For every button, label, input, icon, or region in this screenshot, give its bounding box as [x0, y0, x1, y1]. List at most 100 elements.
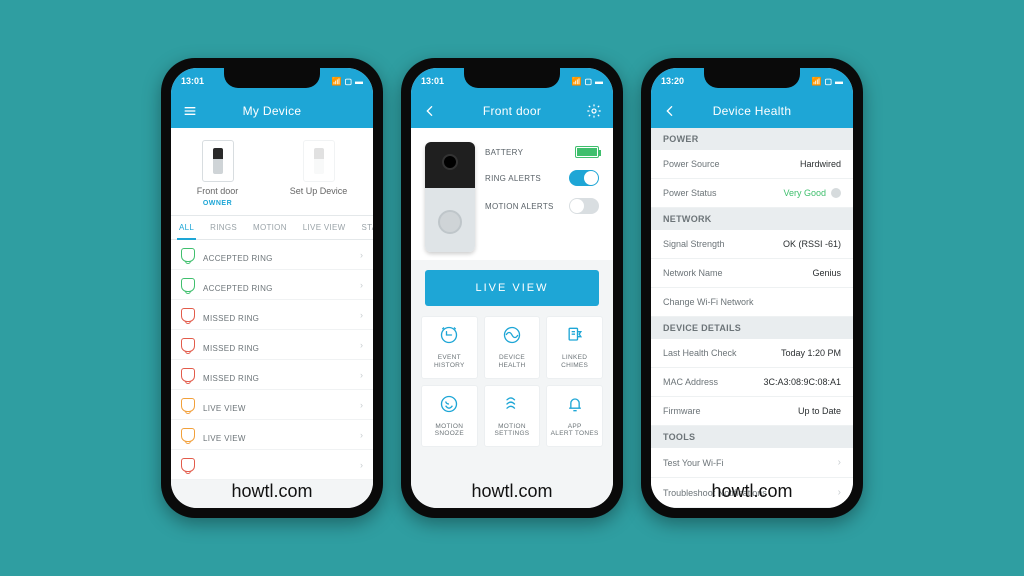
- doorbell-image: [425, 142, 475, 252]
- event-type: ACCEPTED RING: [203, 284, 352, 293]
- event-row[interactable]: MISSED RING›: [171, 360, 373, 390]
- nav-bar: Device Health: [651, 94, 853, 128]
- ring-alerts-toggle[interactable]: [569, 170, 599, 186]
- kv-row[interactable]: Test Your Wi-Fi›: [651, 448, 853, 478]
- device-row: Front door OWNER Set Up Device: [171, 128, 373, 216]
- grid-card[interactable]: MOTIONSNOOZE: [421, 385, 478, 448]
- event-row[interactable]: MISSED RING›: [171, 300, 373, 330]
- kv-row[interactable]: Troubleshoot Notifications›: [651, 478, 853, 508]
- section-header: DEVICE DETAILS: [651, 317, 853, 339]
- grid-label: MOTIONSNOOZE: [435, 423, 464, 439]
- bell-icon: [181, 458, 195, 472]
- battery-icon: [575, 146, 599, 158]
- event-text: [203, 461, 352, 469]
- clock-icon: [439, 325, 459, 350]
- grid-label: LINKEDCHIMES: [561, 354, 588, 370]
- gear-icon[interactable]: [585, 103, 603, 119]
- phone-device-health: 13:20 📶▢▬ Device Health POWERPower Sourc…: [641, 58, 863, 518]
- grid-card[interactable]: LINKEDCHIMES: [546, 316, 603, 379]
- event-time: [203, 366, 352, 373]
- chevron-right-icon: ›: [360, 430, 363, 440]
- notch: [224, 68, 320, 88]
- kv-row: Power Status Very Good: [651, 179, 853, 208]
- kv-key: Troubleshoot Notifications: [663, 488, 767, 498]
- tab-all[interactable]: ALL: [171, 216, 202, 239]
- kv-value: Hardwired: [800, 159, 841, 169]
- phone-my-device: 13:01 📶▢▬ My Device Front door OWNER: [161, 58, 383, 518]
- battery-icon: ▬: [595, 77, 603, 86]
- signal-icon: 📶: [571, 77, 581, 86]
- doorbell-icon: [202, 140, 234, 182]
- tab-motion[interactable]: MOTION: [245, 216, 295, 239]
- grid-card[interactable]: APPALERT TONES: [546, 385, 603, 448]
- nav-title: Front door: [439, 104, 585, 118]
- event-row[interactable]: LIVE VIEW ›: [171, 420, 373, 450]
- device-setup[interactable]: Set Up Device: [290, 140, 348, 207]
- wifi-icon: ▢: [344, 77, 352, 86]
- status-time: 13:01: [181, 76, 204, 86]
- status-time: 13:01: [421, 76, 444, 86]
- grid-card[interactable]: DEVICEHEALTH: [484, 316, 541, 379]
- kv-key: Network Name: [663, 268, 723, 278]
- kv-key: Power Status: [663, 188, 717, 198]
- event-tabs: ALL RINGS MOTION LIVE VIEW STARR: [171, 216, 373, 240]
- chevron-right-icon: ›: [838, 457, 841, 468]
- event-row[interactable]: ACCEPTED RING ›: [171, 270, 373, 300]
- back-icon[interactable]: [421, 103, 439, 119]
- kv-row: Power Source Hardwired: [651, 150, 853, 179]
- back-icon[interactable]: [661, 103, 679, 119]
- motion-alerts-row: MOTION ALERTS: [485, 198, 599, 214]
- event-text: LIVE VIEW: [203, 396, 352, 413]
- status-time: 13:20: [661, 76, 684, 86]
- hamburger-icon[interactable]: [181, 103, 199, 119]
- device-name: Front door: [197, 186, 239, 196]
- event-text: ACCEPTED RING: [203, 246, 352, 263]
- event-row[interactable]: LIVE VIEW›: [171, 390, 373, 420]
- event-text: LIVE VIEW: [203, 426, 352, 443]
- signal-icon: 📶: [331, 77, 341, 86]
- content[interactable]: POWERPower SourceHardwiredPower StatusVe…: [651, 128, 853, 508]
- kv-value: 3C:A3:08:9C:08:A1: [763, 377, 841, 387]
- event-time: [203, 396, 352, 403]
- kv-key: Power Source: [663, 159, 720, 169]
- bell-icon: [181, 308, 195, 322]
- device-front-door[interactable]: Front door OWNER: [197, 140, 239, 207]
- kv-row[interactable]: Change Wi-Fi Network: [651, 288, 853, 317]
- event-time: [203, 461, 352, 468]
- tab-live-view[interactable]: LIVE VIEW: [295, 216, 354, 239]
- event-type: ACCEPTED RING: [203, 254, 352, 263]
- motion-alerts-toggle[interactable]: [569, 198, 599, 214]
- status-icons: 📶▢▬: [811, 77, 843, 86]
- kv-row: FirmwareUp to Date: [651, 397, 853, 426]
- event-text: MISSED RING: [203, 306, 352, 323]
- grid-card[interactable]: MOTIONSETTINGS: [484, 385, 541, 448]
- chevron-right-icon: ›: [360, 280, 363, 290]
- device-owner-badge: OWNER: [203, 200, 232, 207]
- bell-icon: [181, 368, 195, 382]
- kv-row: MAC Address3C:A3:08:9C:08:A1: [651, 368, 853, 397]
- event-type: LIVE VIEW: [203, 404, 352, 413]
- bell-icon: [565, 394, 585, 419]
- event-text: MISSED RING: [203, 336, 352, 353]
- signal-icon: 📶: [811, 77, 821, 86]
- notch: [704, 68, 800, 88]
- event-row[interactable]: ›: [171, 450, 373, 480]
- event-type: MISSED RING: [203, 374, 352, 383]
- kv-row: Network NameGenius: [651, 259, 853, 288]
- screen: 13:20 📶▢▬ Device Health POWERPower Sourc…: [651, 68, 853, 508]
- bell-icon: [181, 248, 195, 262]
- event-list[interactable]: ACCEPTED RING › ACCEPTED RING › MISSED RIN…: [171, 240, 373, 480]
- kv-value: Very Good: [783, 188, 841, 198]
- live-view-button[interactable]: LIVE VIEW: [425, 270, 599, 306]
- event-type: MISSED RING: [203, 314, 352, 323]
- status-dot-icon: [831, 188, 841, 198]
- chevron-right-icon: ›: [360, 340, 363, 350]
- event-row[interactable]: ACCEPTED RING›: [171, 240, 373, 270]
- tab-starred[interactable]: STARR: [354, 216, 374, 239]
- grid-card[interactable]: EVENTHISTORY: [421, 316, 478, 379]
- event-row[interactable]: MISSED RING ›: [171, 330, 373, 360]
- section-header: NETWORK: [651, 208, 853, 230]
- phone-front-door: 13:01 📶▢▬ Front door BATTERY: [401, 58, 623, 518]
- kv-key: Signal Strength: [663, 239, 725, 249]
- tab-rings[interactable]: RINGS: [202, 216, 245, 239]
